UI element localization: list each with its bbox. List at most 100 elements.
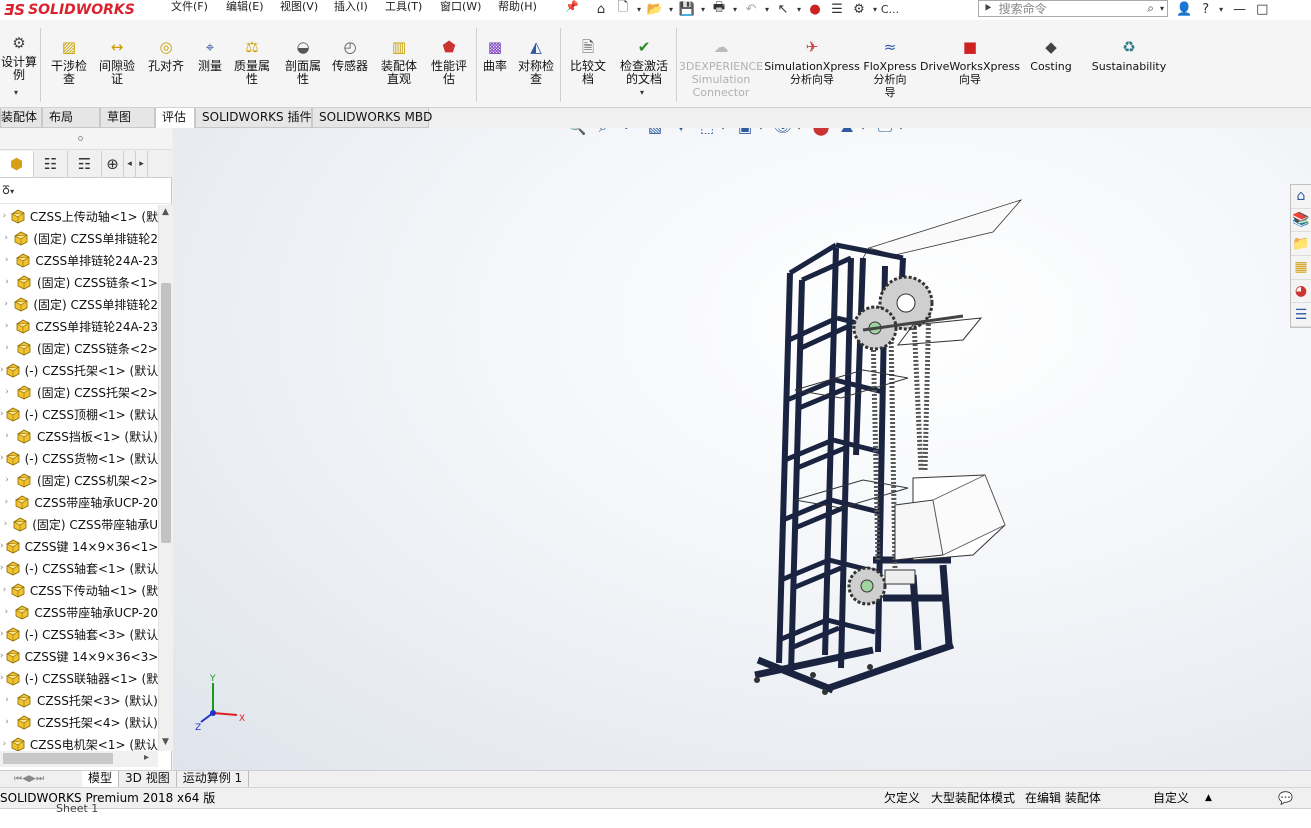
sensor-button[interactable]: ◴ 传感器 [330, 36, 370, 73]
tree-item[interactable]: › (-) CZSS托架<1> (默认 [0, 359, 158, 381]
edit-appearance-icon[interactable]: ⬤ [809, 128, 833, 138]
tree-item[interactable]: › (固定) CZSS托架<2> [0, 381, 158, 403]
tab-3[interactable]: 评估 [155, 108, 195, 128]
collapse-dot-icon[interactable] [78, 136, 83, 141]
new-document-icon[interactable]: 🗋 [612, 0, 634, 18]
costing-button[interactable]: ◆ Costing [1028, 36, 1074, 73]
expand-icon[interactable]: › [0, 585, 9, 595]
mass-properties-button[interactable]: ⚖ 质量属 性 [231, 36, 273, 86]
tree-item[interactable]: › (固定) CZSS单排链轮2 [0, 227, 158, 249]
tree-vertical-scrollbar[interactable]: ▲ ▼ [158, 205, 172, 751]
chevron-down-icon[interactable]: ▾ [1219, 5, 1223, 14]
expand-icon[interactable]: › [0, 299, 12, 309]
configuration-manager-tab-icon[interactable]: ☶ [68, 150, 102, 177]
scroll-right-icon[interactable]: ▸ [144, 752, 149, 763]
driveworksxpress-button[interactable]: ■ DriveWorksXpress 向导 [920, 36, 1020, 86]
model-tab-0[interactable]: 模型 [82, 770, 120, 787]
home-icon[interactable]: ⌂ [590, 0, 612, 18]
tab-5[interactable]: SOLIDWORKS MBD [312, 108, 432, 128]
panel-collapse-bar[interactable] [0, 128, 172, 150]
zoom-to-fit-icon[interactable]: 🔍 [565, 128, 589, 138]
chevron-down-icon[interactable]: ▾ [794, 5, 804, 14]
tree-item[interactable]: › CZSS托架<4> (默认) [0, 711, 158, 733]
scroll-down-icon[interactable]: ▼ [162, 737, 169, 747]
select-icon[interactable]: ↖ [772, 0, 794, 18]
section-view-icon[interactable]: ▧ [643, 128, 667, 138]
menu-edit[interactable]: 编辑(E) [226, 0, 264, 14]
graphics-area[interactable]: Y X Z 🔍 ⌕ ↶ ▧ ✦ ⬚ ▾ ▣ ▾ 👁 ▾ ⬤ ⛰ ▾ 🖵 ▾ ◧ … [173, 128, 1311, 770]
hole-alignment-button[interactable]: ◎ 孔对齐 [146, 36, 186, 73]
clearance-verify-button[interactable]: ↔ 间隙验 证 [96, 36, 138, 86]
expand-icon[interactable]: › [0, 607, 13, 617]
measure-button[interactable]: ⌖ 测量 [195, 36, 225, 73]
expand-icon[interactable]: › [0, 321, 13, 331]
scroll-right-icon[interactable]: ▸ [136, 150, 148, 177]
expand-icon[interactable]: › [0, 233, 12, 243]
curvature-button[interactable]: ▩ 曲率 [480, 36, 510, 73]
custom-properties-icon[interactable]: ☰ [1291, 303, 1311, 328]
chevron-down-icon[interactable]: ▾ [640, 88, 644, 97]
scroll-left-icon[interactable]: ◂ [124, 150, 136, 177]
model-tab-2[interactable]: 运动算例 1 [177, 770, 250, 787]
design-library-icon[interactable]: 📚 [1291, 209, 1311, 233]
hide-show-items-icon[interactable]: 👁 [771, 128, 795, 138]
expand-icon[interactable]: › [0, 255, 13, 265]
tab-2[interactable]: 草图 [100, 108, 155, 128]
tree-item[interactable]: › (固定) CZSS链条<2> [0, 337, 158, 359]
chevron-down-icon[interactable]: ▾ [899, 128, 909, 132]
tree-filter-icon[interactable]: 🜻▾ [0, 178, 172, 204]
tree-item[interactable]: › (-) CZSS顶棚<1> (默认 [0, 403, 158, 425]
tree-item[interactable]: › (-) CZSS联轴器<1> (默 [0, 667, 158, 689]
feature-manager-tab-icon[interactable]: ⬢ [0, 150, 34, 177]
simulationxpress-button[interactable]: ✈ SimulationXpress 分析向导 [764, 36, 860, 86]
tree-item[interactable]: › (-) CZSS轴套<3> (默认 [0, 623, 158, 645]
file-properties-icon[interactable]: ☰ [826, 0, 848, 18]
traffic-light-icon[interactable]: ● [804, 0, 826, 18]
tree-item[interactable]: › (固定) CZSS带座轴承U [0, 513, 158, 535]
tree-item[interactable]: › CZSS带座轴承UCP-20 [0, 601, 158, 623]
minimize-icon[interactable]: — [1233, 2, 1246, 17]
assembly-model[interactable]: Y X Z [173, 128, 1311, 770]
pin-icon[interactable]: 📌 [565, 0, 579, 14]
tree-item[interactable]: › CZSS挡板<1> (默认) [0, 425, 158, 447]
check-active-document-button[interactable]: ✔ 检查激活 的文档 [616, 36, 672, 86]
horizontal-scrollbar-thumb[interactable] [3, 753, 113, 764]
save-icon[interactable]: 💾 [676, 0, 698, 18]
search-icon[interactable]: ⌕ [1147, 1, 1154, 16]
print-icon[interactable]: 🖶 [708, 0, 730, 18]
section-properties-button[interactable]: ◒ 剖面属 性 [282, 36, 324, 86]
expand-icon[interactable]: › [0, 431, 14, 441]
chevron-down-icon[interactable]: ▾ [759, 128, 769, 132]
expand-icon[interactable]: › [0, 717, 14, 727]
performance-evaluation-button[interactable]: ⬟ 性能评 估 [428, 36, 470, 86]
search-prefix[interactable]: C... [880, 0, 900, 18]
chevron-down-icon[interactable]: ▾ [666, 5, 676, 14]
chevron-down-icon[interactable]: ▾ [861, 128, 871, 132]
view-palette-icon[interactable]: ▦ [1291, 256, 1311, 280]
options-gear-icon[interactable]: ⚙ [848, 0, 870, 18]
expand-icon[interactable]: › [0, 739, 9, 749]
expand-icon[interactable]: › [0, 695, 14, 705]
tab-1[interactable]: 布局 [42, 108, 100, 128]
tree-horizontal-scrollbar[interactable]: ▸ [0, 751, 158, 767]
tree-item[interactable]: › CZSS键 14×9×36<1> [0, 535, 158, 557]
menu-file[interactable]: 文件(F) [171, 0, 208, 14]
display-style-icon[interactable]: ▣ [733, 128, 757, 138]
sheet-tab[interactable]: Sheet 1 [56, 802, 98, 815]
chevron-up-icon[interactable]: ▲ [1205, 788, 1212, 808]
tree-item[interactable]: › CZSS带座轴承UCP-20 [0, 491, 158, 513]
floxpress-button[interactable]: ≈ FloXpress 分析向 导 [863, 36, 916, 99]
dynamic-annotation-icon[interactable]: ✦ [669, 128, 693, 138]
zoom-to-area-icon[interactable]: ⌕ [591, 128, 615, 138]
tab-0[interactable]: 装配体 [0, 108, 42, 128]
tree-item[interactable]: › (固定) CZSS链条<1> [0, 271, 158, 293]
tree-item[interactable]: › CZSS托架<3> (默认) [0, 689, 158, 711]
quick-tips-icon[interactable]: 💬 [1278, 788, 1293, 808]
compare-documents-button[interactable]: 🗎 比较文 档 [567, 36, 609, 86]
chevron-down-icon[interactable]: ▾ [730, 5, 740, 14]
solidworks-logo[interactable]: ƎS SOLIDWORKS [4, 0, 135, 20]
expand-icon[interactable]: › [0, 519, 11, 529]
tree-item[interactable]: › (-) CZSS货物<1> (默认 [0, 447, 158, 469]
property-manager-tab-icon[interactable]: ☷ [34, 150, 68, 177]
menu-tools[interactable]: 工具(T) [385, 0, 422, 14]
